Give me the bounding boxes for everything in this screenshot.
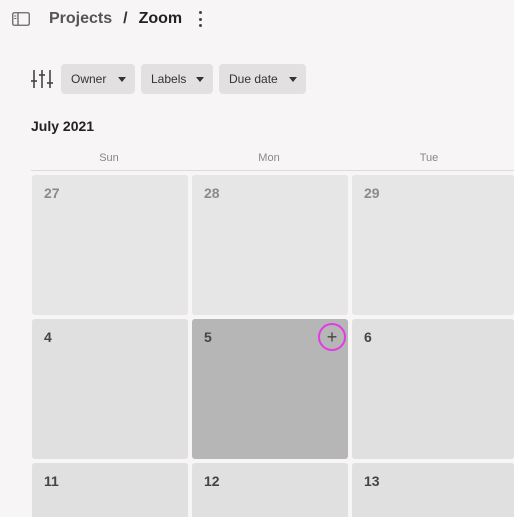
calendar-day-cell[interactable]: 27 [32,175,188,315]
chevron-down-icon [289,77,297,82]
day-number: 11 [44,473,59,489]
breadcrumb: Projects / Zoom [49,10,182,28]
filter-sliders-icon[interactable] [31,68,53,90]
calendar-day-cell[interactable]: 12 [192,463,348,517]
calendar-day-cell[interactable]: 28 [192,175,348,315]
calendar-day-cell[interactable]: 29 [352,175,514,315]
month-title: July 2021 [31,118,95,134]
day-number: 27 [44,185,60,201]
more-options-icon[interactable] [196,11,204,27]
breadcrumb-separator: / [123,10,128,27]
owner-filter-dropdown[interactable]: Owner [61,64,135,94]
calendar-day-cell[interactable]: 13 [352,463,514,517]
day-number: 13 [364,473,380,489]
due-date-filter-label: Due date [229,72,278,86]
labels-filter-label: Labels [151,72,187,86]
owner-filter-label: Owner [71,72,107,86]
calendar-day-cell[interactable]: 6 [352,319,514,459]
day-number: 5 [204,329,212,345]
day-number: 4 [44,329,52,345]
weekday-mon: Mon [258,152,280,164]
weekday-sun: Sun [99,152,119,164]
breadcrumb-projects-link[interactable]: Projects [49,10,112,28]
calendar-day-cell[interactable]: 11 [32,463,188,517]
add-task-button[interactable]: + [318,323,346,351]
labels-filter-dropdown[interactable]: Labels [141,64,213,94]
sidebar-toggle-icon[interactable] [12,12,30,26]
weekday-tue: Tue [419,152,439,164]
due-date-filter-dropdown[interactable]: Due date [219,64,306,94]
day-number: 28 [204,185,220,201]
chevron-down-icon [196,77,204,82]
weekday-header: Sun Mon Tue [31,150,514,171]
calendar-day-cell[interactable]: 4 [32,319,188,459]
page-title: Zoom [138,10,183,27]
day-number: 6 [364,329,372,345]
plus-icon: + [326,327,338,347]
day-number: 12 [204,473,220,489]
chevron-down-icon [118,77,126,82]
day-number: 29 [364,185,380,201]
calendar-day-cell-hovered[interactable]: 5 + [192,319,348,459]
